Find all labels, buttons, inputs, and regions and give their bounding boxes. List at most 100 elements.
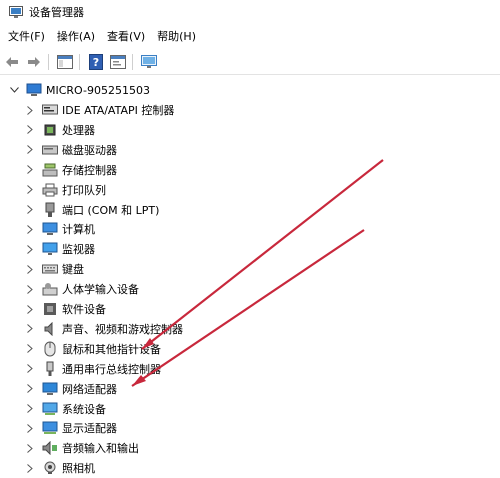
tree-category[interactable]: 监视器 [24,239,95,259]
tree-category[interactable]: 鼠标和其他指针设备 [24,339,161,359]
tree-category-label: 人体学输入设备 [62,283,139,297]
window-title: 设备管理器 [29,6,84,19]
expand-chevron-icon[interactable] [24,144,36,156]
tree-category[interactable]: 处理器 [24,120,95,140]
storage-controller-icon [42,162,58,178]
tree-root-computer[interactable]: MICRO-905251503 [8,80,150,100]
menu-bar: 文件(F) 操作(A) 查看(V) 帮助(H) [0,28,500,46]
tree-category-label: 键盘 [62,263,84,277]
camera-icon [42,460,58,476]
expand-chevron-icon[interactable] [24,303,36,315]
toolbar-separator [79,54,80,70]
printer-icon [42,182,58,198]
tree-category[interactable]: IDE ATA/ATAPI 控制器 [24,100,174,120]
speaker-icon [42,321,58,337]
svg-text:?: ? [93,56,99,69]
tree-category[interactable]: 照相机 [24,458,95,478]
tree-category[interactable]: 存储控制器 [24,160,117,180]
expand-chevron-icon[interactable] [24,422,36,434]
expand-chevron-icon[interactable] [24,104,36,116]
tree-category-label: 磁盘驱动器 [62,143,117,157]
scan-hardware-button[interactable] [139,52,159,72]
computer-icon [42,221,58,237]
properties-icon [110,55,126,69]
tree-root-label: MICRO-905251503 [46,83,150,97]
expand-chevron-icon[interactable] [24,184,36,196]
back-arrow-icon [6,57,18,67]
expand-chevron-icon[interactable] [24,403,36,415]
expand-chevron-icon[interactable] [24,363,36,375]
keyboard-icon [42,261,58,277]
console-tree-icon [57,55,73,69]
tree-category[interactable]: 计算机 [24,219,95,239]
tree-category-label: 处理器 [62,123,95,137]
computer-root-icon [26,82,42,98]
collapse-chevron-icon[interactable] [8,84,20,96]
software-device-icon [42,301,58,317]
expand-chevron-icon[interactable] [24,243,36,255]
tree-category[interactable]: 磁盘驱动器 [24,140,117,160]
tree-category[interactable]: 人体学输入设备 [24,279,139,299]
tree-category[interactable]: 网络适配器 [24,379,117,399]
menu-action[interactable]: 操作(A) [51,28,101,46]
expand-chevron-icon[interactable] [24,462,36,474]
disk-drive-icon [42,142,58,158]
menu-file[interactable]: 文件(F) [2,28,51,46]
tree-category-label: 存储控制器 [62,163,117,177]
tree-category[interactable]: 打印队列 [24,180,106,200]
tree-category-label: 端口 (COM 和 LPT) [62,203,160,217]
tree-category-label: 网络适配器 [62,382,117,396]
usb-icon [42,361,58,377]
mouse-icon [42,341,58,357]
tree-category[interactable]: 显示适配器 [24,418,117,438]
monitor-icon [42,241,58,257]
expand-chevron-icon[interactable] [24,343,36,355]
tree-category[interactable]: 键盘 [24,259,84,279]
network-adapter-icon [42,381,58,397]
properties-button[interactable] [108,52,128,72]
scan-hardware-icon [141,55,157,68]
hid-icon [42,281,58,297]
tree-category[interactable]: 音频输入和输出 [24,438,139,458]
toolbar-separator [132,54,133,70]
expand-chevron-icon[interactable] [24,223,36,235]
expand-chevron-icon[interactable] [24,442,36,454]
tree-category[interactable]: 通用串行总线控制器 [24,359,161,379]
tree-category-label: IDE ATA/ATAPI 控制器 [62,104,175,117]
expand-chevron-icon[interactable] [24,164,36,176]
display-adapter-icon [42,420,58,436]
expand-chevron-icon[interactable] [24,283,36,295]
system-device-icon [42,401,58,417]
tree-category-label: 通用串行总线控制器 [62,362,161,376]
tree-category-label: 音频输入和输出 [62,442,139,456]
back-button[interactable] [2,52,22,72]
tree-category[interactable]: 端口 (COM 和 LPT) [24,200,159,220]
forward-button[interactable] [24,52,44,72]
expand-chevron-icon[interactable] [24,204,36,216]
tree-category-label: 鼠标和其他指针设备 [62,342,161,356]
processor-icon [42,122,58,138]
tree-category-label: 显示适配器 [62,422,117,436]
tree-category-label: 监视器 [62,243,95,257]
expand-chevron-icon[interactable] [24,263,36,275]
audio-io-icon [42,440,58,456]
tree-category[interactable]: 声音、视频和游戏控制器 [24,319,183,339]
menu-help[interactable]: 帮助(H) [151,28,202,46]
tree-category-label: 系统设备 [62,402,106,416]
tree-category-label: 照相机 [62,462,95,476]
tree-category-label: 打印队列 [62,183,106,197]
port-icon [42,202,58,218]
tree-category-label: 软件设备 [62,303,106,316]
tree-category[interactable]: 软件设备 [24,299,106,319]
help-icon: ? [89,54,103,70]
title-bar: 设备管理器 [0,0,500,24]
menu-view[interactable]: 查看(V) [101,28,151,46]
help-button[interactable]: ? [86,52,106,72]
expand-chevron-icon[interactable] [24,124,36,136]
show-hide-console-tree-button[interactable] [55,52,75,72]
tree-category[interactable]: 系统设备 [24,399,106,419]
toolbar-separator [48,54,49,70]
expand-chevron-icon[interactable] [24,323,36,335]
expand-chevron-icon[interactable] [24,383,36,395]
annotation-arrow-lower [131,229,365,387]
